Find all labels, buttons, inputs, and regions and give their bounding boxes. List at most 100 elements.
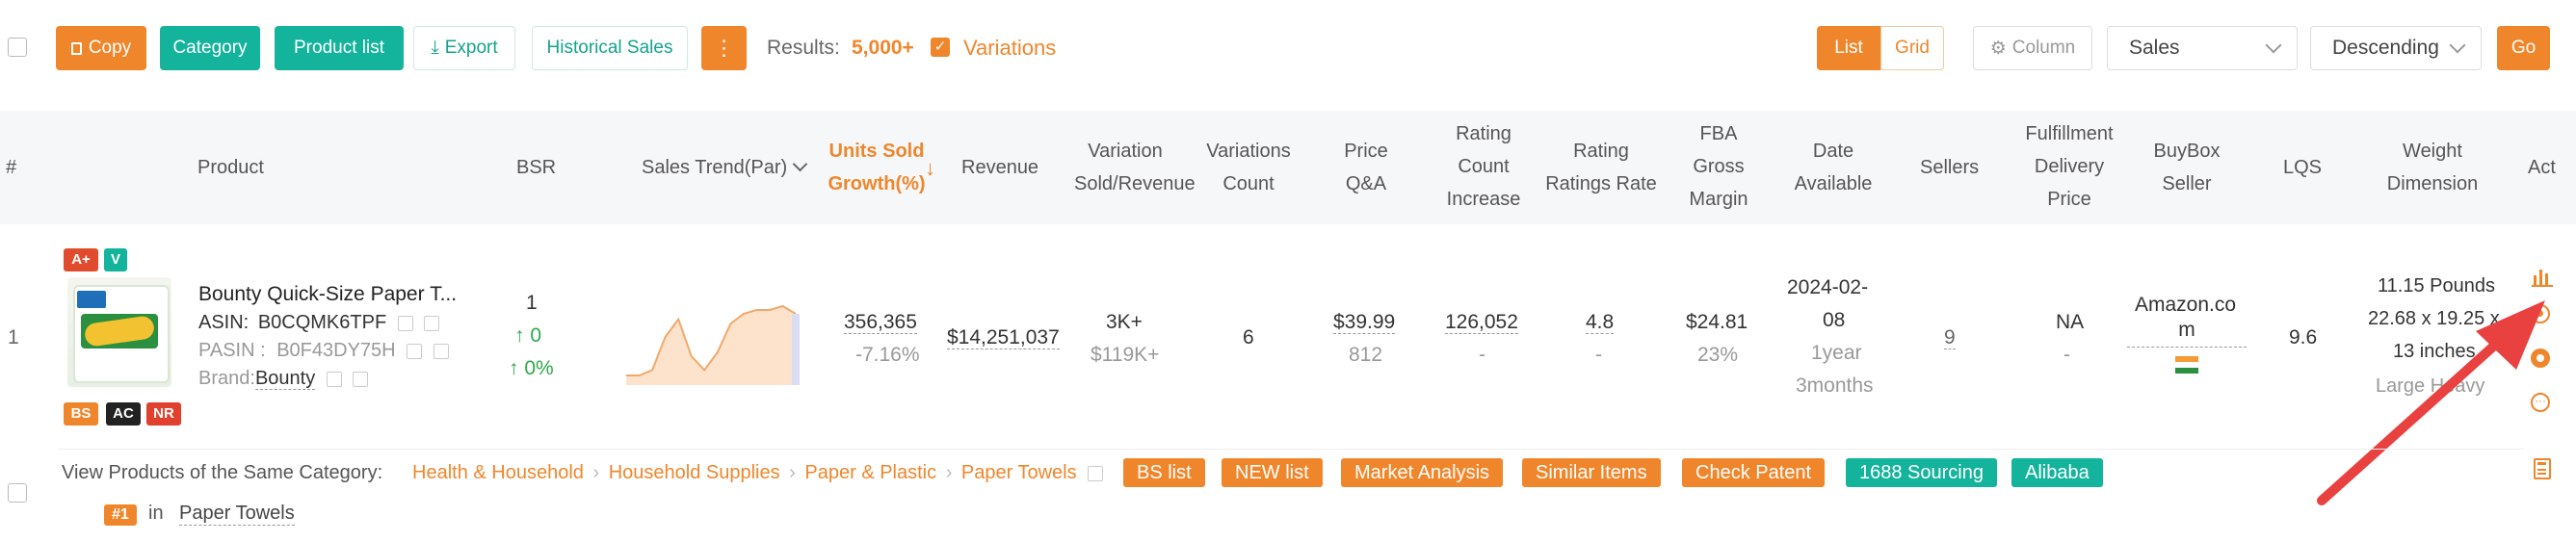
external-link-icon[interactable] [424,315,440,331]
asin-line: ASIN: B0CQMK6TPF [198,312,440,334]
fba-value: $24.81 [1686,311,1748,333]
header-revenue: Revenue [961,157,1039,178]
bsr-change: ↑ 0 [514,324,542,347]
rank-category[interactable]: Paper Towels [179,503,295,526]
header-sales-trend[interactable]: Sales Trend(Par) [642,151,808,184]
age-line-1: 1year [1811,342,1862,364]
fulfillment-label-2: Delivery [2034,156,2105,177]
sort-field-select[interactable]: Sales [2107,26,2298,70]
product-title[interactable]: Bounty Quick-Size Paper T... [198,283,457,306]
more-button[interactable]: ⋮ [701,26,747,70]
row-checkbox[interactable] [8,483,27,503]
ratings-rate-value: - [1595,344,1602,366]
bsr-value: 1 [526,292,538,314]
sort-desc-arrow-icon: ↓ [925,156,935,180]
column-label: Column [2011,38,2076,58]
variation-revenue-value: $119K+ [1091,344,1160,366]
export-button[interactable]: ⤓ Export [413,26,515,70]
variations-checkbox[interactable]: ✓ [931,38,950,57]
india-flag-icon [2175,356,2198,374]
header-buybox: BuyBox Seller [2150,135,2223,200]
crumb-separator-icon: › [945,462,953,483]
weight-label-1: Weight [2403,141,2462,162]
copy-icon[interactable] [407,343,423,359]
external-link-icon[interactable] [433,343,449,359]
growth-label: Growth(%) [828,173,926,194]
annotation-arrow [2317,300,2545,505]
copy-icon[interactable] [326,371,342,387]
copy-button[interactable]: Copy [56,26,146,70]
header-variations-count: Variations Count [1200,135,1297,200]
download-icon: ⤓ [431,38,439,58]
sales-trend-label: Sales Trend(Par) [642,157,788,178]
badge-v: V [104,248,127,271]
asin-value[interactable]: B0CQMK6TPF [258,312,386,333]
date-available-line-2: 08 [1823,309,1846,331]
historical-sales-label: Historical Sales [546,38,673,58]
external-link-icon[interactable] [1088,465,1104,481]
alibaba-button[interactable]: Alibaba [2011,458,2103,487]
list-view-button[interactable]: List [1817,26,1880,70]
date-available-line-1: 2024-02- [1787,276,1869,298]
asin-label: ASIN: [198,312,250,333]
sort-order-select[interactable]: Descending [2310,26,2482,70]
market-analysis-button[interactable]: Market Analysis [1341,458,1504,487]
qa-label: Q&A [1345,173,1387,194]
header-variation: Variation Sold/Revenue [1074,135,1196,200]
bs-list-button[interactable]: BS list [1123,458,1205,487]
rating-count-label-3: Increase [1446,189,1521,210]
pasin-value[interactable]: B0F43DY75H [276,340,395,361]
row-divider [58,449,2524,450]
new-list-button[interactable]: NEW list [1222,458,1323,487]
fulfillment-label-1: Fulfillment [2025,123,2114,144]
rank-badge: #1 [104,504,137,526]
sales-trend-sparkline[interactable] [626,289,800,385]
results-count: 5,000+ [852,37,914,59]
copy-icon[interactable] [397,315,413,331]
crumb-paper-towels[interactable]: Paper Towels [961,462,1077,483]
row-index: 1 [8,326,19,348]
crumb-household[interactable]: Household Supplies [609,462,780,483]
crumb-separator-icon: › [592,462,600,483]
sellers[interactable]: 9 [1944,326,1956,349]
date-label-2: Available [1794,173,1873,194]
header-weight: Weight Dimension [2379,135,2485,200]
grid-view-button[interactable]: Grid [1880,26,1944,70]
historical-sales-button[interactable]: Historical Sales [532,26,688,70]
product-list-button[interactable]: Product list [275,26,404,70]
product-image[interactable] [67,277,171,387]
rating-increase-value: - [1479,344,1485,366]
grid-label: Grid [1895,38,1930,58]
sparkline-area [626,306,796,385]
go-button[interactable]: Go [2497,26,2550,70]
sourcing-1688-button[interactable]: 1688 Sourcing [1846,458,1997,487]
header-units-sold[interactable]: Units Sold Growth(%) [815,135,938,200]
crumb-paper-plastic[interactable]: Paper & Plastic [804,462,936,483]
check-patent-button[interactable]: Check Patent [1682,458,1826,487]
category-button[interactable]: Category [160,26,260,70]
similar-items-button[interactable]: Similar Items [1522,458,1661,487]
buybox-label-1: BuyBox [2153,141,2221,162]
brand-value[interactable]: Bounty [254,368,316,390]
header-price: Price Q&A [1339,135,1393,200]
bar-chart-icon[interactable] [2532,266,2553,287]
select-all-checkbox[interactable] [8,38,27,57]
badge-aplus: A+ [64,248,98,271]
buybox-label-2: Seller [2162,173,2212,194]
copy-label: Copy [88,38,132,58]
crumb-health[interactable]: Health & Household [412,462,584,483]
variations-count-label-1: Variations [1206,141,1291,162]
price: $39.99 [1333,311,1396,334]
brand-label: Brand: [198,368,255,389]
fulfillment-value: NA [2056,311,2085,333]
sellers-value[interactable]: 9 [1944,322,1956,354]
rating-count-label-1: Rating [1456,123,1511,144]
column-button[interactable]: ⚙ Column [1973,26,2092,70]
units-sold-label: Units Sold [828,141,925,162]
variations-label: Variations [963,36,1057,60]
rating: 4.8 [1586,311,1615,334]
external-link-icon[interactable] [353,371,369,387]
units-growth-value: -7.16% [855,344,920,366]
buybox-2: m [2127,314,2247,348]
copy-icon [70,41,82,55]
